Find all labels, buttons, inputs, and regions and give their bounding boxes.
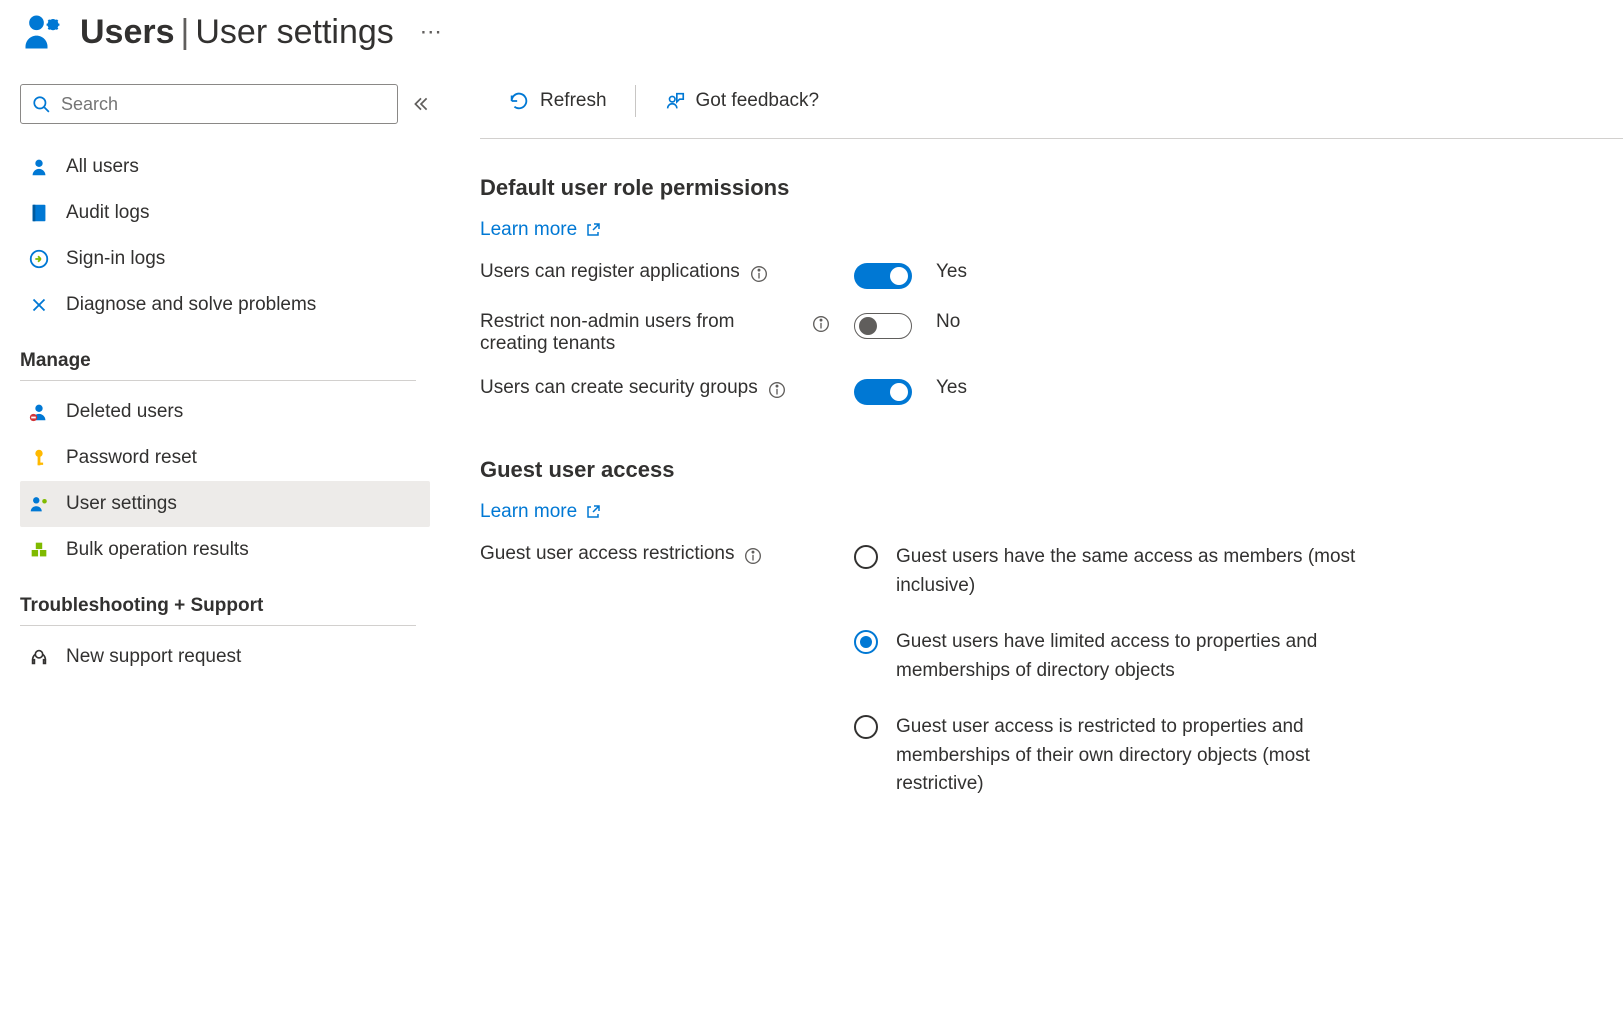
learn-more-default-perms[interactable]: Learn more [480, 219, 601, 241]
info-icon[interactable] [750, 265, 768, 283]
user-icon [28, 156, 50, 178]
search-input[interactable] [20, 84, 398, 124]
sidebar-item-user-settings[interactable]: User settings [20, 481, 430, 527]
toolbar: Refresh Got feedback? [480, 84, 1623, 139]
users-gear-icon [20, 10, 64, 54]
radio-label: Guest users have limited access to prope… [896, 628, 1376, 685]
sidebar-section-manage: Manage [20, 328, 416, 381]
collapse-sidebar-icon[interactable] [412, 95, 430, 113]
main-content: Refresh Got feedback? Default user role … [430, 84, 1623, 821]
feedback-icon [664, 90, 686, 112]
toggle-register-apps[interactable] [854, 263, 912, 289]
guest-radio-group: Guest users have the same access as memb… [854, 543, 1376, 799]
guest-radio-limited[interactable]: Guest users have limited access to prope… [854, 628, 1376, 685]
toggle-value: Yes [936, 261, 967, 283]
info-icon[interactable] [768, 381, 786, 399]
radio-label: Guest users have the same access as memb… [896, 543, 1376, 600]
guest-radio-restrictive[interactable]: Guest user access is restricted to prope… [854, 713, 1376, 799]
sidebar-item-deleted-users[interactable]: Deleted users [20, 389, 430, 435]
external-link-icon [585, 222, 601, 238]
page-header: Users|User settings ⋯ [0, 0, 1623, 84]
tools-icon [28, 294, 50, 316]
section-guest-title: Guest user access [480, 457, 1623, 483]
user-deleted-icon [28, 401, 50, 423]
sidebar-item-label: Deleted users [66, 401, 183, 423]
sidebar-item-label: Diagnose and solve problems [66, 294, 316, 316]
sidebar-item-all-users[interactable]: All users [20, 144, 430, 190]
external-link-icon [585, 504, 601, 520]
sidebar-item-label: All users [66, 156, 139, 178]
sidebar-item-audit-logs[interactable]: Audit logs [20, 190, 430, 236]
refresh-button[interactable]: Refresh [480, 84, 635, 118]
sidebar-section-troubleshoot: Troubleshooting + Support [20, 573, 416, 626]
search-box [20, 84, 398, 124]
sidebar-item-diagnose[interactable]: Diagnose and solve problems [20, 282, 430, 328]
sidebar-item-support-request[interactable]: New support request [20, 634, 430, 680]
signin-icon [28, 248, 50, 270]
more-icon[interactable]: ⋯ [420, 19, 444, 45]
toggle-security-groups[interactable] [854, 379, 912, 405]
learn-more-guest[interactable]: Learn more [480, 501, 601, 523]
info-icon[interactable] [812, 315, 830, 333]
search-icon [32, 95, 50, 113]
key-icon [28, 447, 50, 469]
refresh-icon [508, 90, 530, 112]
users-gear-small-icon [28, 493, 50, 515]
setting-label: Restrict non-admin users from creating t… [480, 311, 802, 355]
sidebar-item-label: Bulk operation results [66, 539, 249, 561]
setting-label: Guest user access restrictions [480, 543, 734, 565]
setting-guest-restrictions: Guest user access restrictions Guest use… [480, 543, 1623, 799]
sidebar-item-label: Sign-in logs [66, 248, 165, 270]
toggle-restrict-tenants[interactable] [854, 313, 912, 339]
toggle-value: No [936, 311, 960, 333]
sidebar-item-label: Password reset [66, 447, 197, 469]
radio-icon [854, 545, 878, 569]
guest-radio-inclusive[interactable]: Guest users have the same access as memb… [854, 543, 1376, 600]
page-title: Users|User settings [80, 13, 394, 52]
setting-restrict-tenants: Restrict non-admin users from creating t… [480, 311, 1623, 355]
section-default-perms-title: Default user role permissions [480, 175, 1623, 201]
radio-label: Guest user access is restricted to prope… [896, 713, 1376, 799]
sidebar: All users Audit logs Sign-in logs Diagno… [0, 84, 430, 821]
setting-label: Users can register applications [480, 261, 740, 283]
sidebar-item-bulk-results[interactable]: Bulk operation results [20, 527, 430, 573]
setting-security-groups: Users can create security groups Yes [480, 377, 1623, 405]
feedback-button[interactable]: Got feedback? [636, 84, 848, 118]
cubes-icon [28, 539, 50, 561]
sidebar-item-label: Audit logs [66, 202, 149, 224]
setting-register-apps: Users can register applications Yes [480, 261, 1623, 289]
book-icon [28, 202, 50, 224]
toggle-value: Yes [936, 377, 967, 399]
support-icon [28, 646, 50, 668]
radio-icon [854, 630, 878, 654]
info-icon[interactable] [744, 547, 762, 565]
sidebar-item-password-reset[interactable]: Password reset [20, 435, 430, 481]
sidebar-item-label: User settings [66, 493, 177, 515]
radio-icon [854, 715, 878, 739]
sidebar-item-sign-in-logs[interactable]: Sign-in logs [20, 236, 430, 282]
setting-label: Users can create security groups [480, 377, 758, 399]
sidebar-item-label: New support request [66, 646, 241, 668]
